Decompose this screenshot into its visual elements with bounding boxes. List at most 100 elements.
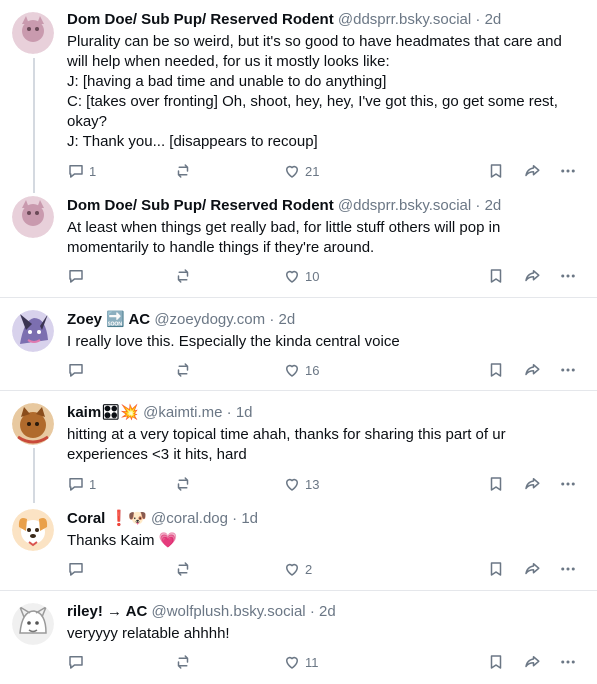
like-count: 21 <box>305 163 320 179</box>
author-name[interactable]: riley! → AC <box>67 603 147 620</box>
author-handle[interactable]: @ddsprr.bsky.social <box>338 11 471 28</box>
avatar[interactable] <box>12 12 54 54</box>
share-button[interactable] <box>523 473 541 495</box>
post-actions: 11 <box>67 651 587 673</box>
repost-icon <box>177 269 189 283</box>
more-options-button[interactable] <box>559 558 577 580</box>
post-text: Plurality can be so weird, but it's so g… <box>67 33 562 150</box>
separator-dot: · <box>475 11 481 28</box>
avatar[interactable] <box>12 196 54 238</box>
author-handle[interactable]: @wolfplush.bsky.social <box>151 603 305 620</box>
share-button[interactable] <box>523 160 541 182</box>
author-handle[interactable]: @zoeydogy.com <box>154 311 265 328</box>
share-button[interactable] <box>523 265 541 287</box>
avatar[interactable] <box>12 310 54 352</box>
like-button[interactable]: 21 <box>283 160 319 182</box>
more-options-button[interactable] <box>559 473 577 495</box>
post-text: Thanks Kaim 💗 <box>67 532 178 549</box>
like-count: 10 <box>305 268 320 284</box>
avatar[interactable] <box>12 509 54 551</box>
post-text: At least when things get really bad, for… <box>67 219 505 256</box>
share-button[interactable] <box>523 359 541 381</box>
share-icon <box>525 656 540 668</box>
author-handle[interactable]: @kaimti.me <box>143 404 222 421</box>
more-options-button[interactable] <box>559 651 577 673</box>
reply-button[interactable]: 1 <box>67 160 96 182</box>
reply-count: 1 <box>89 476 97 492</box>
author-handle[interactable]: @coral.dog <box>151 510 228 527</box>
share-button[interactable] <box>523 651 541 673</box>
post[interactable]: Dom Doe/ Sub Pup/ Reserved Rodent @ddspr… <box>0 0 597 190</box>
more-options-button[interactable] <box>559 359 577 381</box>
share-icon <box>525 270 540 282</box>
post[interactable]: Dom Doe/ Sub Pup/ Reserved Rodent @ddspr… <box>0 190 597 297</box>
author-name[interactable]: Coral ❗🐶 <box>67 510 147 527</box>
author-name[interactable]: kaim🎛💥 <box>67 404 139 421</box>
share-button[interactable] <box>523 558 541 580</box>
like-button[interactable]: 2 <box>283 558 312 580</box>
post[interactable]: riley! → AC @wolfplush.bsky.social · 2d … <box>0 591 597 684</box>
more-icon <box>561 169 575 173</box>
bookmark-icon <box>490 164 502 178</box>
like-count: 11 <box>305 654 319 670</box>
more-icon <box>561 368 575 372</box>
bookmark-icon <box>490 562 502 576</box>
post-actions: 10 <box>67 265 587 287</box>
avatar[interactable] <box>12 403 54 445</box>
bookmark-button[interactable] <box>487 160 505 182</box>
reply-button[interactable] <box>67 651 89 673</box>
reply-count: 1 <box>89 163 97 179</box>
reply-button[interactable] <box>67 359 89 381</box>
post-time[interactable]: 2d <box>485 11 502 28</box>
bookmark-button[interactable] <box>487 651 505 673</box>
bookmark-icon <box>490 269 502 283</box>
post-time[interactable]: 1d <box>241 510 258 527</box>
reply-button[interactable] <box>67 265 89 287</box>
reply-icon <box>69 478 83 491</box>
repost-button[interactable] <box>174 359 192 381</box>
post-time[interactable]: 1d <box>236 404 253 421</box>
repost-icon <box>177 562 189 576</box>
like-button[interactable]: 10 <box>283 265 319 287</box>
like-count: 13 <box>305 476 320 492</box>
like-button[interactable]: 13 <box>283 473 319 495</box>
separator-dot: · <box>269 311 275 328</box>
author-name[interactable]: Dom Doe/ Sub Pup/ Reserved Rodent <box>67 11 334 28</box>
share-icon <box>525 563 540 575</box>
post-time[interactable]: 2d <box>279 311 296 328</box>
like-button[interactable]: 11 <box>283 651 319 673</box>
post-time[interactable]: 2d <box>485 197 502 214</box>
like-count: 16 <box>305 362 320 378</box>
repost-button[interactable] <box>174 265 192 287</box>
repost-button[interactable] <box>174 558 192 580</box>
bookmark-button[interactable] <box>487 265 505 287</box>
more-options-button[interactable] <box>559 265 577 287</box>
post[interactable]: Zoey 🔜 AC @zoeydogy.com · 2d I really lo… <box>0 298 597 390</box>
repost-button[interactable] <box>174 473 192 495</box>
post-header: Dom Doe/ Sub Pup/ Reserved Rodent @ddspr… <box>67 196 583 216</box>
share-icon <box>525 165 540 177</box>
bookmark-button[interactable] <box>487 558 505 580</box>
reply-button[interactable] <box>67 558 89 580</box>
post-text: I really love this. Especially the kinda… <box>67 333 400 350</box>
post[interactable]: Coral ❗🐶 @coral.dog · 1d Thanks Kaim 💗 2 <box>0 499 597 590</box>
repost-button[interactable] <box>174 651 192 673</box>
author-name[interactable]: Dom Doe/ Sub Pup/ Reserved Rodent <box>67 197 334 214</box>
share-icon <box>525 364 540 376</box>
more-icon <box>561 567 575 571</box>
author-handle[interactable]: @ddsprr.bsky.social <box>338 197 471 214</box>
reply-button[interactable]: 1 <box>67 473 96 495</box>
reply-icon <box>69 165 83 178</box>
reply-icon <box>69 656 83 669</box>
like-button[interactable]: 16 <box>283 359 319 381</box>
post[interactable]: kaim🎛💥 @kaimti.me · 1d hitting at a very… <box>0 391 597 499</box>
avatar[interactable] <box>12 603 54 645</box>
author-name[interactable]: Zoey 🔜 AC <box>67 311 150 328</box>
post-text: hitting at a very topical time ahah, tha… <box>67 426 510 463</box>
bookmark-button[interactable] <box>487 473 505 495</box>
share-icon <box>525 478 540 490</box>
repost-button[interactable] <box>174 160 192 182</box>
bookmark-button[interactable] <box>487 359 505 381</box>
post-time[interactable]: 2d <box>319 603 336 620</box>
more-options-button[interactable] <box>559 160 577 182</box>
